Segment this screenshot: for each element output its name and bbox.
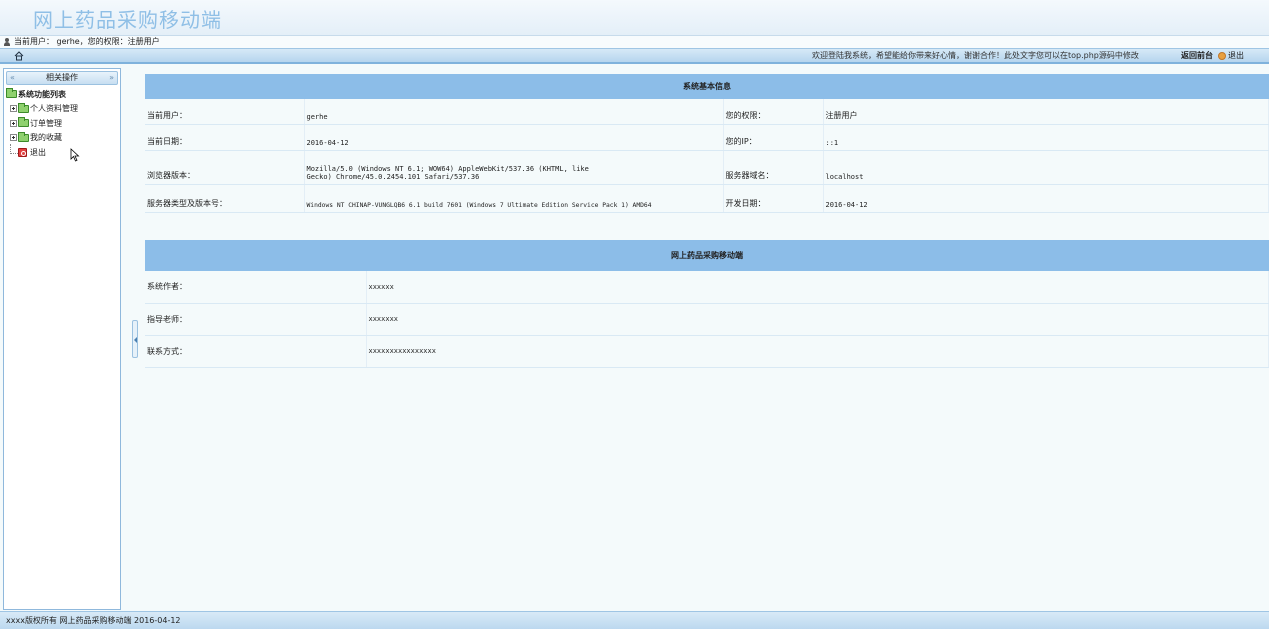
folder-icon [18,131,29,142]
about-value: xxxxxx [366,271,1269,304]
info-value: localhost [823,150,1269,185]
info-key: 服务器类型及版本号： [145,184,305,213]
info-value: Windows NT CHINAP-VUNGLQB6 6.1 build 760… [304,184,724,213]
footer: xxxx版权所有 网上药品采购移动端 2016-04-12 [0,611,1269,629]
info-value: ::1 [823,124,1269,151]
back-to-frontend-link[interactable]: 返回前台 [1181,49,1213,63]
tree-branch-line [10,144,18,155]
info-key: 您的权限： [723,99,824,125]
header-banner: 网上药品采购移动端 [0,0,1269,36]
about-panel: 网上药品采购移动端 系统作者： xxxxxx 指导老师： xxxxxxx 联系方… [145,240,1269,368]
info-key: 您的IP： [723,124,824,151]
system-info-table: 当前用户： gerhe 您的权限： 注册用户 当前日期： 2016-04-12 … [145,99,1269,213]
home-icon[interactable] [14,51,24,61]
about-table: 系统作者： xxxxxx 指导老师： xxxxxxx 联系方式： xxxxxxx… [145,271,1269,368]
expand-icon[interactable] [10,119,17,127]
tree-item-exit[interactable]: 退出 [6,144,120,160]
info-key: 服务器域名： [723,150,824,185]
logout-icon [1218,52,1226,60]
info-value: Mozilla/5.0 (Windows NT 6.1; WOW64) Appl… [304,150,724,185]
about-value: xxxxxxxxxxxxxxxx [366,335,1269,368]
copyright-text: xxxx版权所有 网上药品采购移动端 2016-04-12 [6,616,181,625]
tree-item-favorites[interactable]: 我的收藏 [6,131,120,146]
tree-item-label: 我的收藏 [30,133,62,143]
current-user-bar: 当前用户： gerhe，您的权限：注册用户 [0,36,1269,48]
tree-root[interactable]: 系统功能列表 [6,87,120,102]
sidebar: « 相关操作 » 系统功能列表 个人资料管理 订单管理 我的收藏 退出 [3,68,121,610]
welcome-message: 欢迎登陆我系统，希望能给你带来好心情，谢谢合作！此处文字您可以在top.php源… [812,51,1139,60]
expand-icon[interactable] [10,134,17,142]
app-title: 网上药品采购移动端 [33,8,222,32]
about-key: 指导老师： [145,303,367,336]
sidebar-title: 相关操作 [46,73,78,82]
mouse-cursor-icon [70,148,80,162]
top-nav-bar: 欢迎登陆我系统，希望能给你带来好心情，谢谢合作！此处文字您可以在top.php源… [0,48,1269,64]
about-key: 系统作者： [145,271,367,304]
system-info-title: 系统基本信息 [145,74,1269,99]
current-user-text: 当前用户： gerhe，您的权限：注册用户 [14,37,160,46]
logout-label: 退出 [1228,51,1244,60]
table-row: 系统作者： xxxxxx [145,271,1269,304]
logout-link[interactable]: 退出 [1218,49,1244,63]
folder-open-icon [6,88,17,99]
table-row: 联系方式： xxxxxxxxxxxxxxxx [145,335,1269,368]
sidebar-collapse-handle[interactable] [132,320,138,358]
info-value: 2016-04-12 [304,124,724,151]
folder-icon [18,117,29,128]
tree-item-label: 个人资料管理 [30,104,78,114]
tree-root-label: 系统功能列表 [18,89,66,99]
expand-icon[interactable] [10,105,17,113]
table-row: 当前日期： 2016-04-12 您的IP： ::1 [145,124,1269,151]
tree-item-label: 退出 [30,147,46,157]
about-title: 网上药品采购移动端 [145,240,1269,271]
info-key: 浏览器版本： [145,150,305,185]
info-value: gerhe [304,99,724,125]
info-key: 当前日期： [145,124,305,151]
info-key: 开发日期： [723,184,824,213]
folder-icon [18,102,29,113]
table-row: 浏览器版本： Mozilla/5.0 (Windows NT 6.1; WOW6… [145,150,1269,185]
about-value: xxxxxxx [366,303,1269,336]
exit-icon [18,147,27,157]
table-row: 服务器类型及版本号： Windows NT CHINAP-VUNGLQB6 6.… [145,184,1269,213]
table-row: 当前用户： gerhe 您的权限： 注册用户 [145,99,1269,125]
tree-item-orders[interactable]: 订单管理 [6,116,120,131]
user-icon [4,38,10,46]
chevron-left-icon: « [10,73,15,82]
tree-item-label: 订单管理 [30,118,62,128]
table-row: 指导老师： xxxxxxx [145,303,1269,336]
info-value: 2016-04-12 [823,184,1269,213]
function-tree: 系统功能列表 个人资料管理 订单管理 我的收藏 退出 [4,87,120,160]
sidebar-header[interactable]: « 相关操作 » [6,71,118,85]
about-key: 联系方式： [145,335,367,368]
info-key: 当前用户： [145,99,305,125]
system-info-panel: 系统基本信息 当前用户： gerhe 您的权限： 注册用户 当前日期： 2016… [145,74,1269,213]
tree-item-profile[interactable]: 个人资料管理 [6,102,120,117]
chevron-right-icon: » [109,73,114,82]
info-value: 注册用户 [823,99,1269,125]
